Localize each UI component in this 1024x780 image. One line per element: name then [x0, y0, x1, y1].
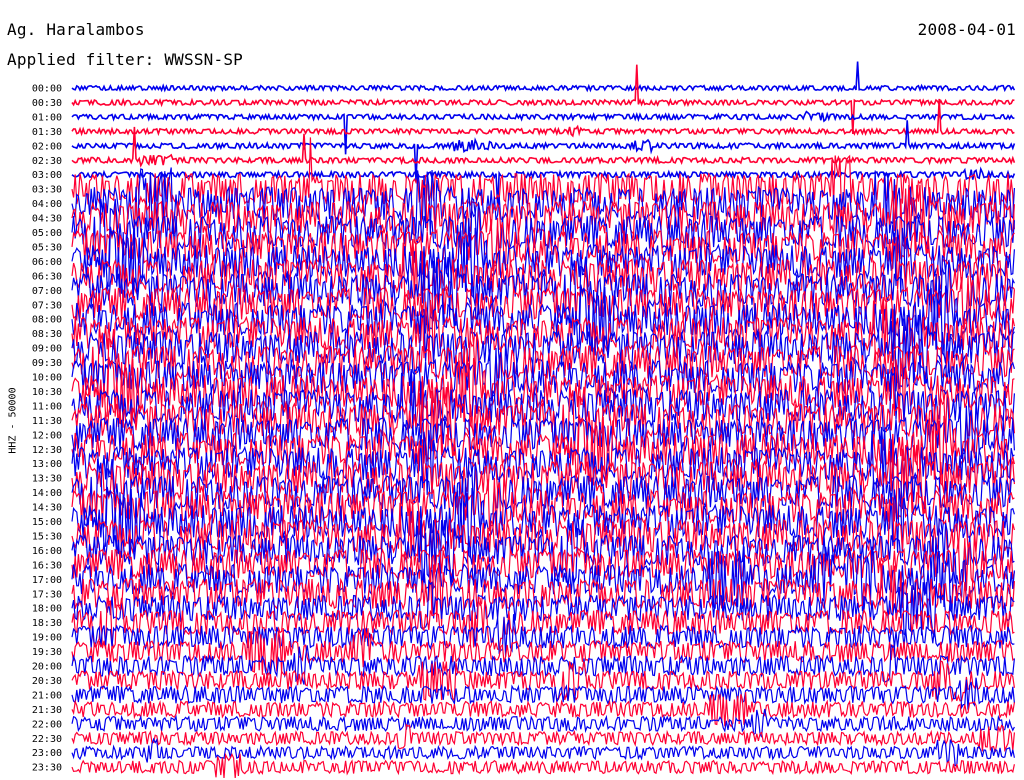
seismogram-trace-0030 [71, 64, 1015, 134]
time-tick-label: 15:30 [32, 531, 62, 542]
time-tick-label: 07:30 [32, 300, 62, 311]
time-tick-label: 18:30 [32, 618, 62, 629]
time-tick-label: 02:00 [32, 141, 62, 152]
time-tick-label: 12:30 [32, 445, 62, 456]
seismogram-trace-2330 [71, 752, 1015, 779]
time-tick-label: 23:00 [32, 748, 62, 759]
time-tick-label: 13:30 [32, 474, 62, 485]
time-tick-label: 11:00 [32, 401, 62, 412]
time-tick-label: 00:30 [32, 98, 62, 109]
time-tick-label: 07:00 [32, 286, 62, 297]
time-tick-label: 09:30 [32, 358, 62, 369]
time-tick-label: 22:00 [32, 719, 62, 730]
time-tick-label: 10:00 [32, 373, 62, 384]
time-tick-labels: 00:00 00:30 01:00 01:30 02:00 02:30 03:00 03:30… [32, 84, 62, 774]
time-tick-label: 14:00 [32, 488, 62, 499]
time-tick-label: 20:30 [32, 676, 62, 687]
time-tick-label: 14:30 [32, 503, 62, 514]
time-tick-label: 16:00 [32, 546, 62, 557]
time-tick-label: 23:30 [32, 763, 62, 774]
time-tick-label: 06:00 [32, 257, 62, 268]
time-tick-label: 12:00 [32, 430, 62, 441]
time-tick-label: 18:00 [32, 604, 62, 615]
seismogram-trace-0200 [71, 120, 1016, 182]
seismogram-trace-0000 [71, 61, 1016, 93]
time-tick-label: 03:30 [32, 185, 62, 196]
time-tick-label: 08:00 [32, 315, 62, 326]
time-tick-label: 05:30 [32, 242, 62, 253]
time-tick-label: 13:00 [32, 459, 62, 470]
time-tick-label: 11:30 [32, 416, 62, 427]
time-tick-label: 21:30 [32, 705, 62, 716]
time-tick-label: 02:30 [32, 156, 62, 167]
time-tick-label: 06:30 [32, 271, 62, 282]
time-tick-label: 00:00 [32, 84, 62, 95]
time-tick-label: 21:00 [32, 690, 62, 701]
time-tick-label: 08:30 [32, 329, 62, 340]
time-tick-label: 15:00 [32, 517, 62, 528]
time-tick-label: 01:00 [32, 112, 62, 123]
time-tick-label: 20:00 [32, 662, 62, 673]
time-tick-label: 04:00 [32, 199, 62, 210]
time-tick-label: 17:00 [32, 575, 62, 586]
time-tick-label: 04:30 [32, 214, 62, 225]
time-tick-label: 22:30 [32, 734, 62, 745]
time-tick-label: 01:30 [32, 127, 62, 138]
time-tick-label: 16:30 [32, 560, 62, 571]
time-tick-label: 09:00 [32, 344, 62, 355]
time-tick-label: 10:30 [32, 387, 62, 398]
time-tick-label: 03:00 [32, 170, 62, 181]
trace-group [71, 61, 1016, 779]
time-tick-label: 17:30 [32, 589, 62, 600]
time-tick-label: 05:00 [32, 228, 62, 239]
time-tick-label: 19:00 [32, 633, 62, 644]
helicorder-plot: 00:00 00:30 01:00 01:30 02:00 02:30 03:00 03:30… [32, 61, 1016, 779]
time-tick-label: 19:30 [32, 647, 62, 658]
